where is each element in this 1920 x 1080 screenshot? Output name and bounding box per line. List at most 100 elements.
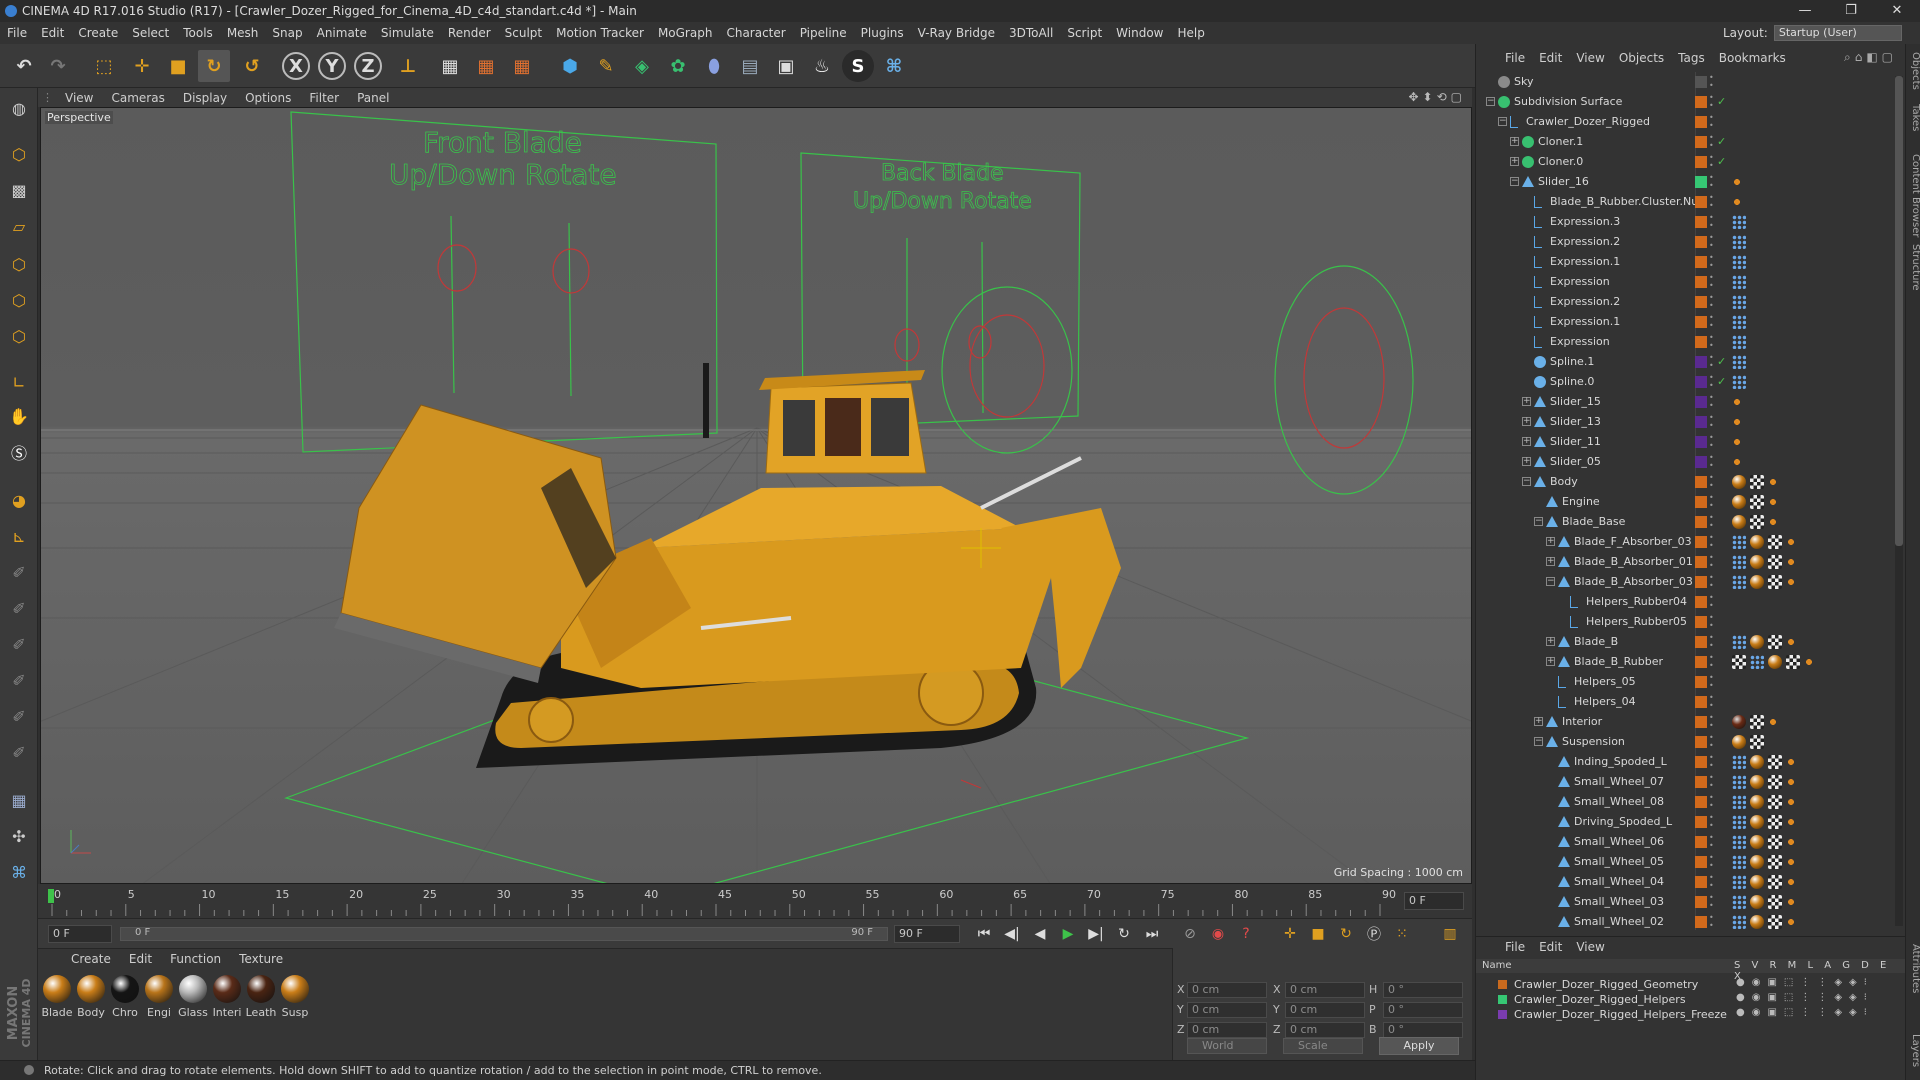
points-mode-icon[interactable]: ⬡ [3, 248, 35, 280]
axis-mode-icon[interactable]: ∟ [3, 366, 35, 398]
visibility-dots-icon[interactable]: • • [1709, 74, 1715, 90]
mat-tag-icon[interactable] [1750, 775, 1764, 789]
xp-tag-icon[interactable] [1786, 875, 1796, 889]
object-row[interactable]: + Cloner.0 • • ✓ [1476, 152, 1890, 172]
layer-color-icon[interactable] [1498, 995, 1507, 1004]
object-row[interactable]: Inding_Spoded_L • • [1476, 752, 1890, 772]
record-keys-icon[interactable]: ◉ [1206, 923, 1230, 945]
object-row[interactable]: − Body • • [1476, 472, 1890, 492]
make-editable-icon[interactable]: ◍ [3, 92, 35, 124]
menu-motion-tracker[interactable]: Motion Tracker [549, 26, 651, 40]
visibility-dots-icon[interactable]: • • [1709, 574, 1715, 590]
z-axis-lock-button[interactable]: Z [354, 52, 382, 80]
edit-render-settings-icon[interactable]: ▦ [506, 50, 538, 82]
mat-tag-icon[interactable] [1750, 895, 1764, 909]
coord-field[interactable]: 0 cm [1285, 982, 1365, 998]
object-row[interactable]: − Crawler_Dozer_Rigged • • [1476, 112, 1890, 132]
menu-character[interactable]: Character [719, 26, 792, 40]
brush-icon-6[interactable]: ✐ [3, 736, 35, 768]
dots-tag-icon[interactable] [1732, 795, 1746, 809]
visibility-dots-icon[interactable]: • • [1709, 274, 1715, 290]
coord-field[interactable]: 0 ° [1383, 982, 1463, 998]
side-tab-attributes[interactable]: Attributes [1906, 944, 1920, 993]
layout-dropdown[interactable]: Startup (User) [1773, 25, 1902, 41]
xp-tag-icon[interactable] [1732, 195, 1742, 209]
object-row[interactable]: Expression • • [1476, 332, 1890, 352]
mat-tag-icon[interactable] [1732, 735, 1746, 749]
cube-icon[interactable]: ⬢ [554, 50, 586, 82]
brush-icon-2[interactable]: ✐ [3, 592, 35, 624]
visibility-dots-icon[interactable]: • • [1709, 154, 1715, 170]
material-swatch[interactable]: Leath [245, 975, 277, 1019]
dots-tag-icon[interactable] [1732, 635, 1746, 649]
visibility-dots-icon[interactable]: • • [1709, 474, 1715, 490]
expand-toggle-icon[interactable]: + [1522, 417, 1531, 426]
visibility-dots-icon[interactable]: • • [1709, 514, 1715, 530]
visibility-dots-icon[interactable]: • • [1709, 454, 1715, 470]
key-parameter-icon[interactable]: Ⓟ [1362, 923, 1386, 945]
xp-tag-icon[interactable] [1768, 515, 1778, 529]
layer-row[interactable]: Crawler_Dozer_Rigged_Helpers_Freeze ●◉▣⬚⋮… [1476, 1007, 1906, 1022]
mat-tag-icon[interactable] [1750, 755, 1764, 769]
object-row[interactable]: Engine • • [1476, 492, 1890, 512]
visibility-dots-icon[interactable]: • • [1709, 754, 1715, 770]
layer-menu-edit[interactable]: Edit [1532, 940, 1569, 954]
side-tab-layers[interactable]: Layers [1906, 1034, 1920, 1067]
object-row[interactable]: Spline.0 • • ✓ [1476, 372, 1890, 392]
mat-tag-icon[interactable] [1732, 495, 1746, 509]
expand-toggle-icon[interactable]: + [1510, 137, 1519, 146]
chk-tag-icon[interactable] [1768, 895, 1782, 909]
expand-toggle-icon[interactable]: − [1486, 97, 1495, 106]
next-frame-icon[interactable]: ▶| [1084, 923, 1108, 945]
visibility-dots-icon[interactable]: • • [1709, 294, 1715, 310]
dots-tag-icon[interactable] [1732, 835, 1746, 849]
viewport-menu-display[interactable]: Display [174, 91, 236, 105]
coord-field[interactable]: 0 cm [1187, 982, 1267, 998]
menu-animate[interactable]: Animate [310, 26, 374, 40]
expand-toggle-icon[interactable]: + [1522, 457, 1531, 466]
mat-tag-icon[interactable] [1750, 795, 1764, 809]
minimize-button[interactable]: — [1782, 0, 1828, 22]
visibility-dots-icon[interactable]: • • [1709, 494, 1715, 510]
key-scale-icon[interactable]: ■ [1306, 923, 1330, 945]
object-row[interactable]: Helpers_Rubber04 • • [1476, 592, 1890, 612]
light-icon[interactable]: ♨ [806, 50, 838, 82]
visibility-dots-icon[interactable]: • • [1709, 774, 1715, 790]
menu-plugins[interactable]: Plugins [854, 26, 911, 40]
solo-icon[interactable]: ▦ [3, 784, 35, 816]
play-icon[interactable]: ▶ [1056, 923, 1080, 945]
object-row[interactable]: Expression.2 • • [1476, 232, 1890, 252]
brush-icon-1[interactable]: ✐ [3, 556, 35, 588]
object-menu-bookmarks[interactable]: Bookmarks [1712, 51, 1793, 65]
python-icon[interactable]: ⌘ [878, 50, 910, 82]
visibility-dots-icon[interactable]: • • [1709, 554, 1715, 570]
object-row[interactable]: Small_Wheel_05 • • [1476, 852, 1890, 872]
object-row[interactable]: + Slider_15 • • [1476, 392, 1890, 412]
visibility-dots-icon[interactable]: • • [1709, 654, 1715, 670]
viewport-menu-filter[interactable]: Filter [300, 91, 348, 105]
x-axis-lock-button[interactable]: X [282, 52, 310, 80]
dots-tag-icon[interactable] [1732, 375, 1746, 389]
chk-tag-icon[interactable] [1750, 475, 1764, 489]
object-row[interactable]: + Blade_B_Rubber • • [1476, 652, 1890, 672]
material-menu-create[interactable]: Create [62, 952, 120, 966]
brush-icon-3[interactable]: ✐ [3, 628, 35, 660]
mat-tag-icon[interactable] [1750, 815, 1764, 829]
chk-tag-icon[interactable] [1768, 875, 1782, 889]
enabled-check-icon[interactable]: ✓ [1717, 155, 1726, 168]
xp-tag-icon[interactable] [1786, 895, 1796, 909]
mat-tag-icon[interactable] [1750, 535, 1764, 549]
chk-tag-icon[interactable] [1732, 655, 1746, 669]
chk-tag-icon[interactable] [1768, 795, 1782, 809]
xp-tag-icon[interactable] [1786, 635, 1796, 649]
expand-toggle-icon[interactable]: + [1510, 157, 1519, 166]
menu-window[interactable]: Window [1109, 26, 1170, 40]
layer-flag-icons[interactable]: ●◉▣⬚⋮⋮◈◈⁝ [1736, 1007, 1874, 1018]
python-script-icon[interactable]: ⌘ [3, 856, 35, 888]
visibility-dots-icon[interactable]: • • [1709, 534, 1715, 550]
expand-toggle-icon[interactable]: − [1546, 577, 1555, 586]
mat-tag-icon[interactable] [1732, 475, 1746, 489]
mat-tag-icon[interactable] [1768, 655, 1782, 669]
visibility-dots-icon[interactable]: • • [1709, 834, 1715, 850]
menu-tools[interactable]: Tools [176, 26, 220, 40]
